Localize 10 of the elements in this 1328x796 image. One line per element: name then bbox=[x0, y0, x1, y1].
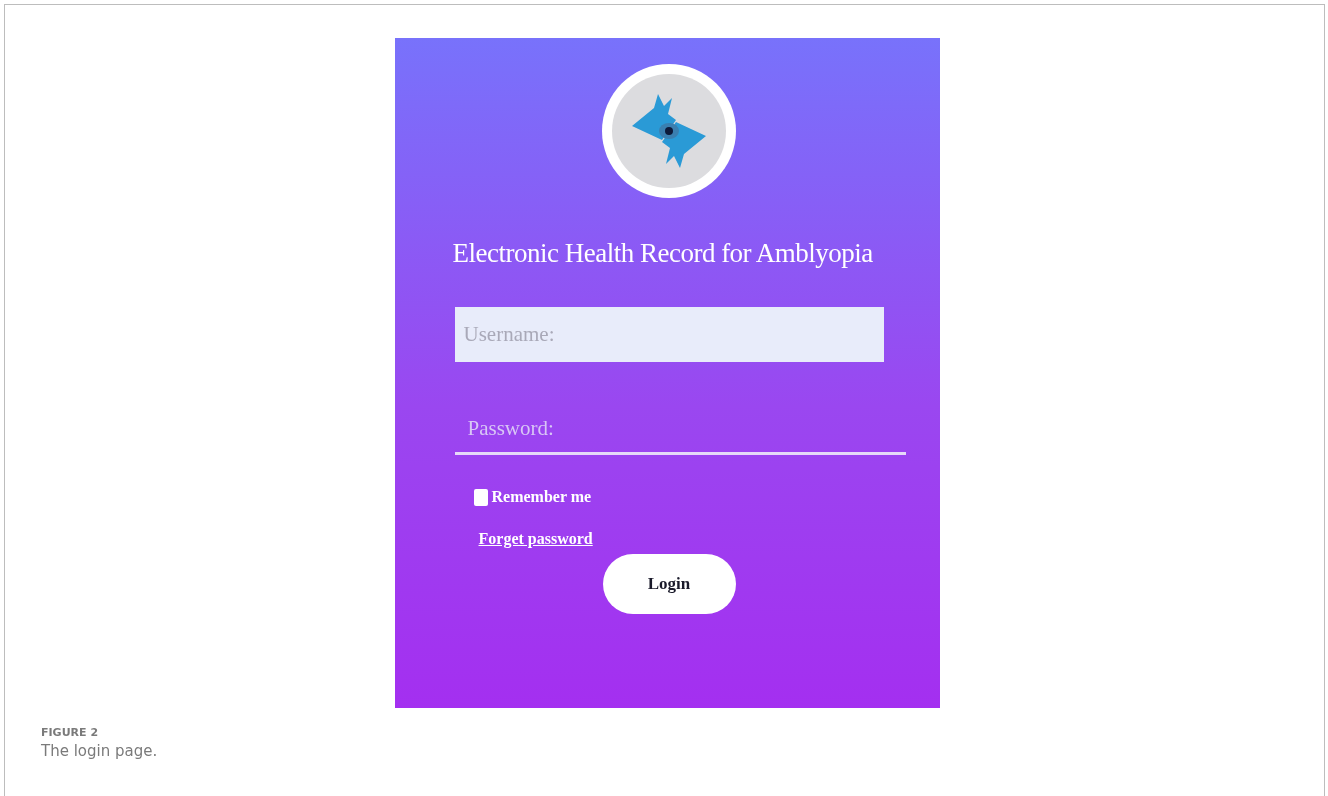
remember-checkbox[interactable] bbox=[473, 488, 488, 506]
figure-label: FIGURE 2 bbox=[41, 726, 100, 739]
password-field[interactable]: Password: bbox=[454, 405, 906, 455]
eye-hands-logo-icon bbox=[601, 64, 736, 198]
username-field[interactable]: Username: bbox=[454, 307, 884, 362]
login-button[interactable]: Login bbox=[602, 554, 736, 614]
figure-caption: The login page. bbox=[41, 742, 158, 760]
remember-me-label: Remember me bbox=[491, 488, 592, 506]
app-title: Electronic Health Record for Amblyopia bbox=[452, 238, 873, 269]
forget-password-link[interactable]: Forget password bbox=[478, 530, 593, 548]
